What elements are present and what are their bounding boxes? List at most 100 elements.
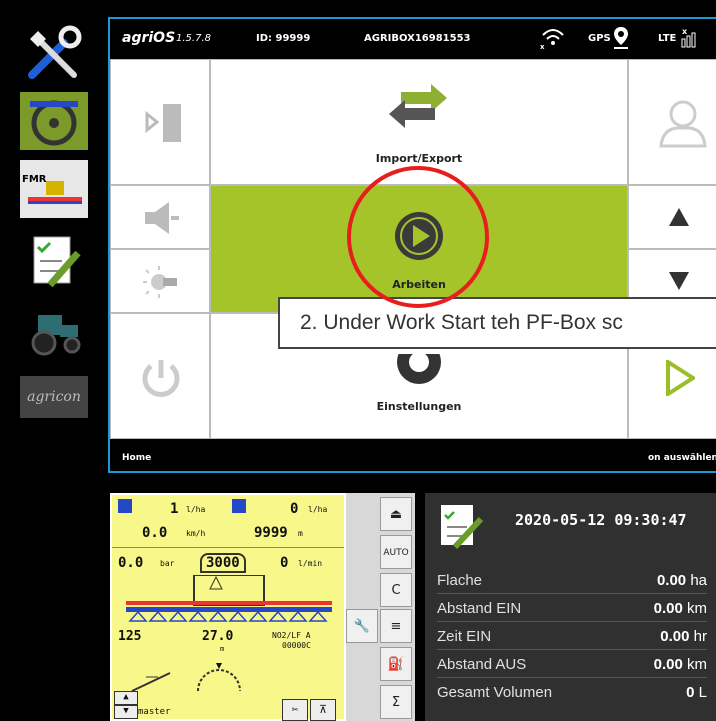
clear-button[interactable]: C	[380, 573, 412, 607]
auto-mode-button[interactable]: AUTO	[380, 535, 412, 569]
lcd-rate2-unit: l/ha	[308, 505, 328, 514]
import-export-arrows-icon	[389, 84, 447, 128]
task-list-icon	[441, 505, 483, 549]
brightness-icon	[143, 266, 177, 298]
lcd-pressure-unit: bar	[160, 559, 175, 568]
stats-datetime: 2020-05-12 09:30:47	[515, 511, 687, 529]
lte-label: LTE	[658, 33, 677, 44]
stat-value: 0.00	[656, 572, 687, 589]
gauge-icon	[197, 663, 241, 692]
sprayer-lcd: 1 l/ha 0 l/ha 0.0 km/h 9999 m 0.0 bar 30…	[112, 495, 344, 721]
agricon-logo-text: agricon	[27, 389, 81, 405]
triangle-down-icon	[669, 272, 689, 290]
lcd-tank: 3000	[200, 553, 246, 573]
lcd-down-button[interactable]: ▼	[114, 705, 138, 719]
stat-value: 0.00	[653, 600, 683, 617]
device-serial: AGRIBOX16981553	[364, 33, 471, 44]
einstellungen-label: Einstellungen	[376, 400, 462, 413]
stat-unit: km	[687, 656, 707, 673]
lcd-speed: 0.0	[142, 525, 168, 541]
counter-button[interactable]: Σ	[380, 685, 412, 719]
stat-label: Abstand AUS	[437, 656, 527, 673]
lcd-rate2: 0	[290, 501, 299, 517]
fmr-sprayer-icon[interactable]: FMR	[20, 160, 88, 218]
lcd-raise-button[interactable]: ⊼	[310, 699, 336, 721]
stat-value: 0.00	[660, 628, 690, 645]
import-export-label: Import/Export	[375, 152, 463, 165]
lcd-height: 27.0	[202, 629, 234, 644]
app-version: 1.5.7.8	[176, 33, 211, 44]
arrow-right-icon	[666, 360, 695, 396]
wifi-off-icon: x	[540, 25, 566, 52]
lcd-rate1-unit: l/ha	[186, 505, 206, 514]
steering-wheel-icon[interactable]	[20, 92, 88, 150]
stat-label: Gesamt Volumen	[437, 684, 553, 701]
lcd-speed-unit: km/h	[186, 529, 206, 538]
lcd-cut-button[interactable]: ✂	[282, 699, 308, 721]
tutorial-tooltip: 2. Under Work Start teh PF-Box sc	[278, 297, 716, 349]
stat-value: 0	[686, 684, 695, 701]
app-name: agriOS	[122, 30, 176, 46]
power-tile[interactable]	[110, 313, 210, 439]
lcd-height-unit: m	[220, 645, 225, 653]
svg-text:x: x	[682, 27, 688, 36]
lcd-master: master	[138, 707, 171, 717]
power-icon	[142, 360, 180, 397]
section-button[interactable]: ≡	[380, 609, 412, 643]
stat-row-flache: Flache 0.00 ha	[437, 569, 707, 594]
lcd-flow-unit: l/min	[298, 559, 323, 568]
lcd-flow: 0	[280, 555, 289, 571]
stat-unit: ha	[690, 572, 707, 589]
highlight-circle	[347, 166, 489, 308]
stat-unit: L	[698, 684, 707, 701]
lcd-counter: 00000C	[282, 641, 311, 650]
exit-tile[interactable]	[110, 59, 210, 185]
lcd-up-button[interactable]: ▲	[114, 691, 138, 705]
stat-row-abstand-ein: Abstand EIN 0.00 km	[437, 597, 707, 622]
boom-fold-button[interactable]: ⏏	[380, 497, 412, 531]
bottom-status-bar: Home on auswählen	[110, 439, 716, 471]
stat-row-zeit-ein: Zeit EIN 0.00 hr	[437, 625, 707, 650]
stat-label: Abstand EIN	[437, 600, 522, 617]
stat-value: 0.00	[653, 656, 683, 673]
fmr-label: FMR	[22, 174, 47, 185]
location-pin-icon	[612, 25, 630, 54]
agricon-logo[interactable]: agricon	[20, 376, 88, 418]
users-icon	[659, 100, 707, 148]
wrench-button[interactable]: 🔧	[346, 609, 378, 643]
stat-row-gesamt-volumen: Gesamt Volumen 0 L	[437, 681, 707, 705]
rate-icon-2	[232, 499, 246, 513]
speaker-icon	[145, 202, 179, 234]
door-exit-icon	[145, 104, 181, 142]
volume-tile[interactable]	[110, 185, 210, 249]
brightness-tile[interactable]	[110, 249, 210, 313]
status-hint: on auswählen	[648, 453, 716, 463]
boom-diagram-icon	[126, 575, 332, 622]
users-tile[interactable]	[628, 59, 716, 185]
tractor-icon[interactable]	[20, 304, 88, 360]
tools-icon[interactable]	[20, 22, 88, 84]
settings-gear-icon	[397, 354, 441, 384]
machine-button-column: ⏏ AUTO C 🔧 ≡ ⛽ Σ	[346, 493, 415, 721]
stat-row-abstand-aus: Abstand AUS 0.00 km	[437, 653, 707, 678]
lcd-dist: 9999	[254, 525, 288, 541]
steering-arrow-icon	[131, 672, 171, 692]
lcd-dist-unit: m	[298, 529, 303, 538]
signal-strength-icon: x	[680, 27, 700, 52]
lcd-divider	[112, 547, 344, 548]
work-stats-panel: 2020-05-12 09:30:47 Flache 0.00 ha Absta…	[425, 493, 716, 721]
stat-label: Zeit EIN	[437, 628, 492, 645]
stat-unit: hr	[693, 628, 707, 645]
triangle-up-icon	[669, 208, 689, 226]
top-status-bar: agriOS 1.5.7.8 ID: 99999 AGRIBOX16981553…	[110, 19, 716, 59]
lcd-rate1: 1	[170, 501, 179, 517]
lcd-nozzle: NO2/LF A	[272, 631, 311, 640]
scroll-up-tile[interactable]	[628, 185, 716, 249]
stat-unit: km	[687, 600, 707, 617]
svg-text:x: x	[540, 43, 545, 49]
sprayer-monitor-panel: 1 l/ha 0 l/ha 0.0 km/h 9999 m 0.0 bar 30…	[110, 493, 415, 721]
task-list-icon[interactable]	[20, 232, 88, 290]
stat-label: Flache	[437, 572, 483, 589]
refill-button[interactable]: ⛽	[380, 647, 412, 681]
lcd-width: 125	[118, 629, 142, 644]
